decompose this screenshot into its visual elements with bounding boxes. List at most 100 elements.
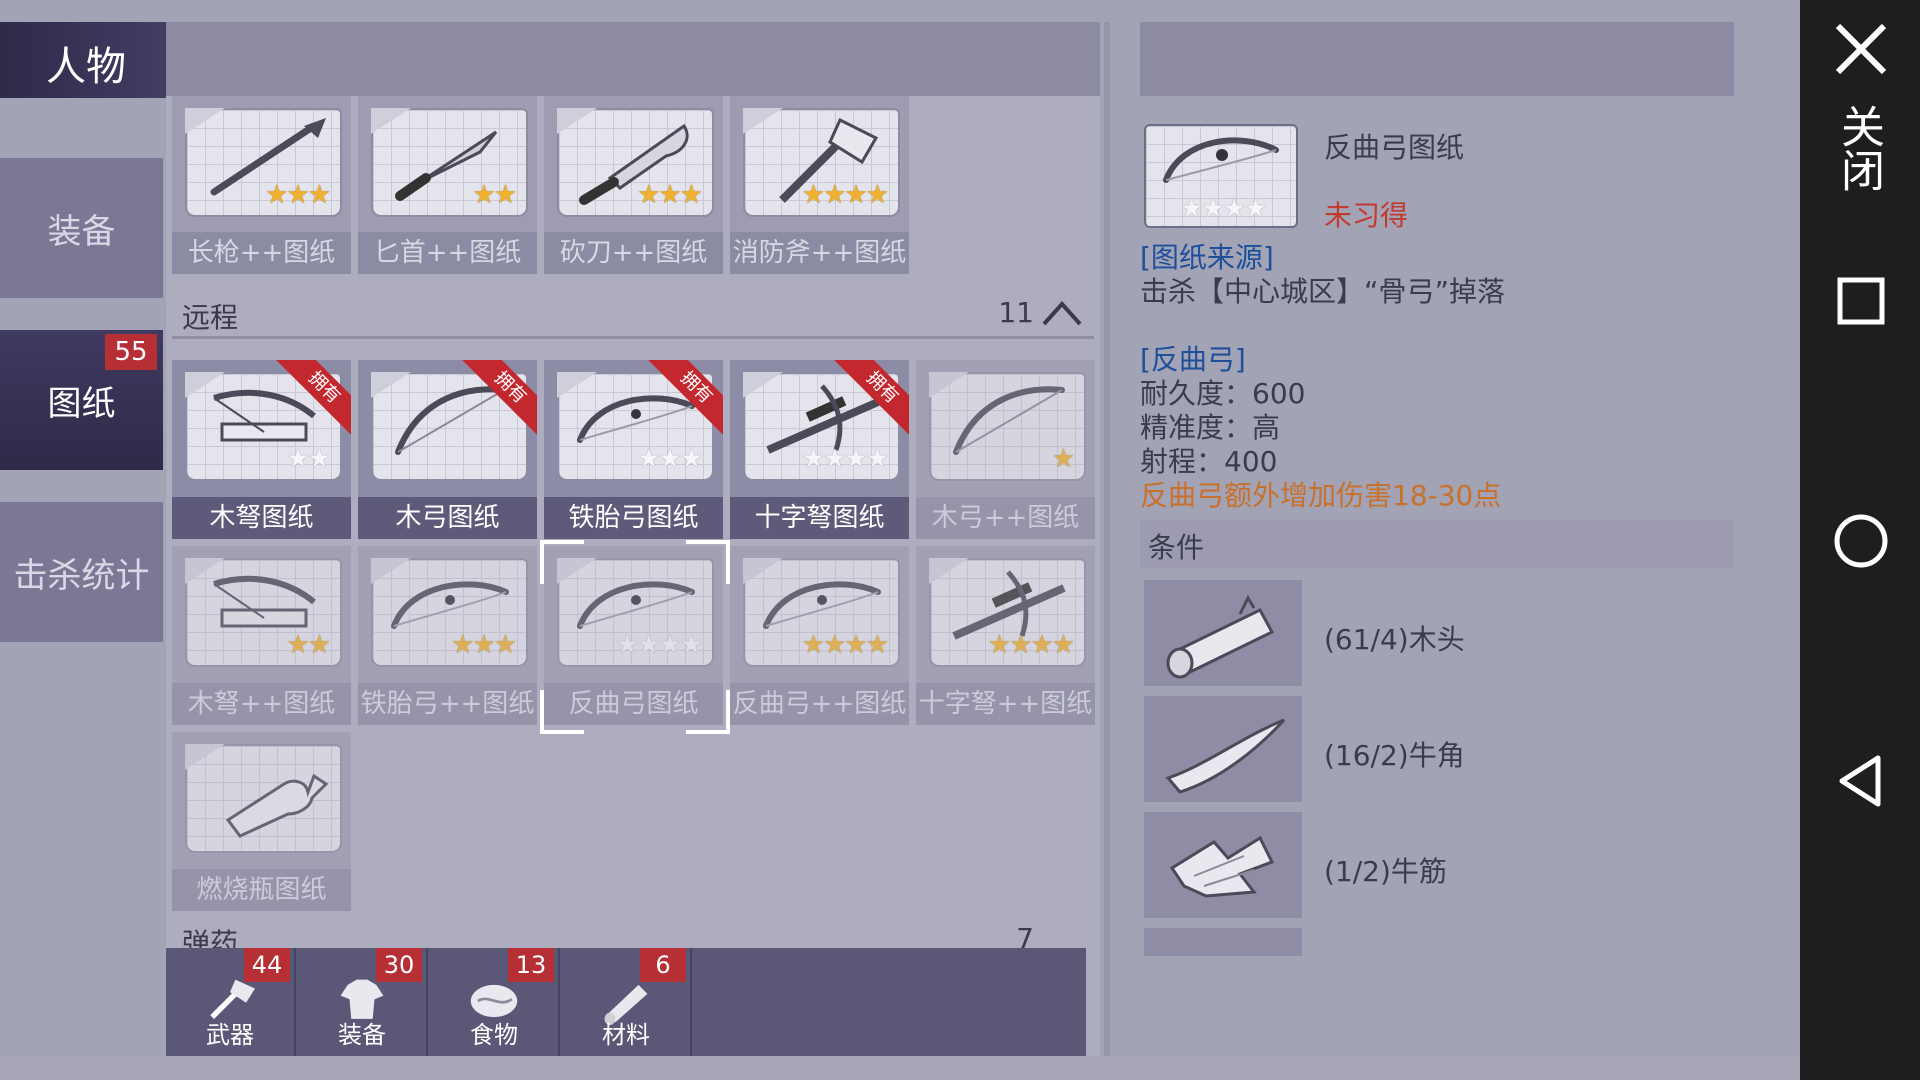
home-icon[interactable] [1826,506,1896,576]
detail-thumbnail: ★★★★ [1144,124,1298,230]
tab-label: 装备 [47,211,116,252]
rarity-stars: ★★★★ [801,180,889,210]
chevron-up-icon[interactable] [1040,294,1084,330]
detail-item-name: 反曲弓图纸 [1324,131,1465,164]
category-label: 食物 [470,1021,518,1049]
bottom-strip [0,1056,1800,1080]
rarity-stars: ★★★ [637,444,703,474]
category-label: 装备 [338,1021,386,1049]
rarity-stars: ★★★★ [987,630,1075,660]
tab-kill-stats[interactable]: 击杀统计 [0,502,163,642]
material-slot[interactable] [1144,928,1302,956]
category-axe[interactable]: 44 武器 [166,948,296,1056]
detail-header-bar [1140,22,1734,96]
ranged-section-header[interactable]: 远程 11 [172,292,1094,339]
blueprint-card[interactable]: ★★★★ 反曲弓++图纸 [730,546,909,725]
recent-apps-icon[interactable] [1826,266,1896,336]
blueprint-name: 十字弩图纸 [730,497,909,539]
category-shirt[interactable]: 30 装备 [298,948,428,1056]
blueprint-name: 铁胎弓图纸 [544,497,723,539]
blueprint-card[interactable]: ★★ 匕首++图纸 [358,96,537,274]
rarity-stars: ★★ [286,444,331,474]
section-label: 远程 [182,301,239,334]
blueprint-card[interactable]: ★★ 木弩图纸 拥有 [172,360,351,539]
material-text: (16/2)牛角 [1324,739,1465,772]
blueprint-name: 木弓图纸 [358,497,537,539]
category-count-badge: 13 [508,948,554,982]
rarity-stars: ★★★★ [801,630,889,660]
learn-status: 未习得 [1324,199,1409,232]
blueprint-card[interactable]: 燃烧瓶图纸 [172,732,351,911]
horn-icon [1165,718,1286,794]
category-meat[interactable]: 13 食物 [430,948,560,1056]
blueprint-name: 木弓++图纸 [916,497,1095,539]
blueprint-name: 消防斧++图纸 [730,232,909,274]
blueprint-card[interactable]: ★★★★ 十字弩图纸 拥有 [730,360,909,539]
section-count: 11 [998,296,1034,329]
blueprint-card[interactable]: ★★★★ 消防斧++图纸 [730,96,909,274]
source-text: 击杀【中心城区】“骨弓”掉落 [1140,275,1506,308]
category-label: 材料 [602,1021,650,1049]
blueprint-card[interactable]: ★★★ 铁胎弓++图纸 [358,546,537,725]
blueprint-card[interactable]: ★ 木弓++图纸 [916,360,1095,539]
section-label: 弹药 [182,927,239,948]
ammo-section-header[interactable]: 弹药 7 [172,918,1094,948]
close-icon[interactable] [1826,14,1896,84]
blueprint-card[interactable]: ★★★ 长枪++图纸 [172,96,351,274]
log-icon [1166,594,1275,679]
blueprint-name: 十字弩++图纸 [916,683,1095,725]
category-label: 武器 [206,1021,254,1049]
selection-corner [540,540,584,584]
material-text: (61/4)木头 [1324,623,1465,656]
category-count-badge: 44 [244,948,290,982]
selection-corner [686,690,730,734]
bonus-text: 反曲弓额外增加伤害18-30点 [1140,479,1502,512]
tab-equipment[interactable]: 装备 [0,158,163,298]
close-label[interactable]: 关闭 [1830,104,1890,192]
blueprint-name: 反曲弓++图纸 [730,683,909,725]
rarity-stars: ★★★ [451,630,517,660]
page-title: 人物 [46,44,126,90]
blueprint-card[interactable]: 木弓图纸 拥有 [358,360,537,539]
tab-blueprints[interactable]: 图纸 55 [0,330,163,470]
list-header-bar [166,22,1100,96]
conditions-header: 条件 [1140,520,1734,568]
rarity-stars: ★ [1051,444,1075,474]
sinew-icon [1169,835,1275,898]
category-wood[interactable]: 6 材料 [562,948,692,1056]
detail-stars: ★★★★ [1180,194,1267,224]
blueprint-card[interactable]: ★★★★ 十字弩++图纸 [916,546,1095,725]
rarity-stars: ★★★★ [615,630,703,660]
selection-corner [686,540,730,584]
conditions-label: 条件 [1148,531,1205,564]
panel-divider [1104,22,1110,1056]
material-slot[interactable] [1144,580,1302,686]
rarity-stars: ★★★ [637,180,703,210]
molotov-icon [225,773,329,838]
material-slot[interactable] [1144,696,1302,802]
rarity-stars: ★★★★ [801,444,889,474]
section-count: 7 [1016,922,1034,948]
rarity-stars: ★★ [472,180,517,210]
blueprint-name: 长枪++图纸 [172,232,351,274]
selection-corner [540,690,584,734]
rarity-stars: ★★★ [265,180,331,210]
blueprint-name: 砍刀++图纸 [544,232,723,274]
blueprint-count-badge: 55 [105,334,157,370]
back-icon[interactable] [1826,746,1896,816]
blueprint-name: 木弩++图纸 [172,683,351,725]
blueprint-name: 匕首++图纸 [358,232,537,274]
tab-label: 图纸 [47,383,116,424]
category-count-badge: 30 [376,948,422,982]
blueprint-name: 燃烧瓶图纸 [172,869,351,911]
blueprint-name: 铁胎弓++图纸 [358,683,537,725]
tab-label: 击杀统计 [13,555,150,596]
blueprint-card[interactable]: ★★ 木弩++图纸 [172,546,351,725]
material-text: (1/2)牛筋 [1324,855,1447,888]
category-count-badge: 6 [640,948,686,982]
rarity-stars: ★★ [286,630,331,660]
blueprint-name: 木弩图纸 [172,497,351,539]
material-slot[interactable] [1144,812,1302,918]
blueprint-card[interactable]: ★★★ 砍刀++图纸 [544,96,723,274]
blueprint-card[interactable]: ★★★ 铁胎弓图纸 拥有 [544,360,723,539]
